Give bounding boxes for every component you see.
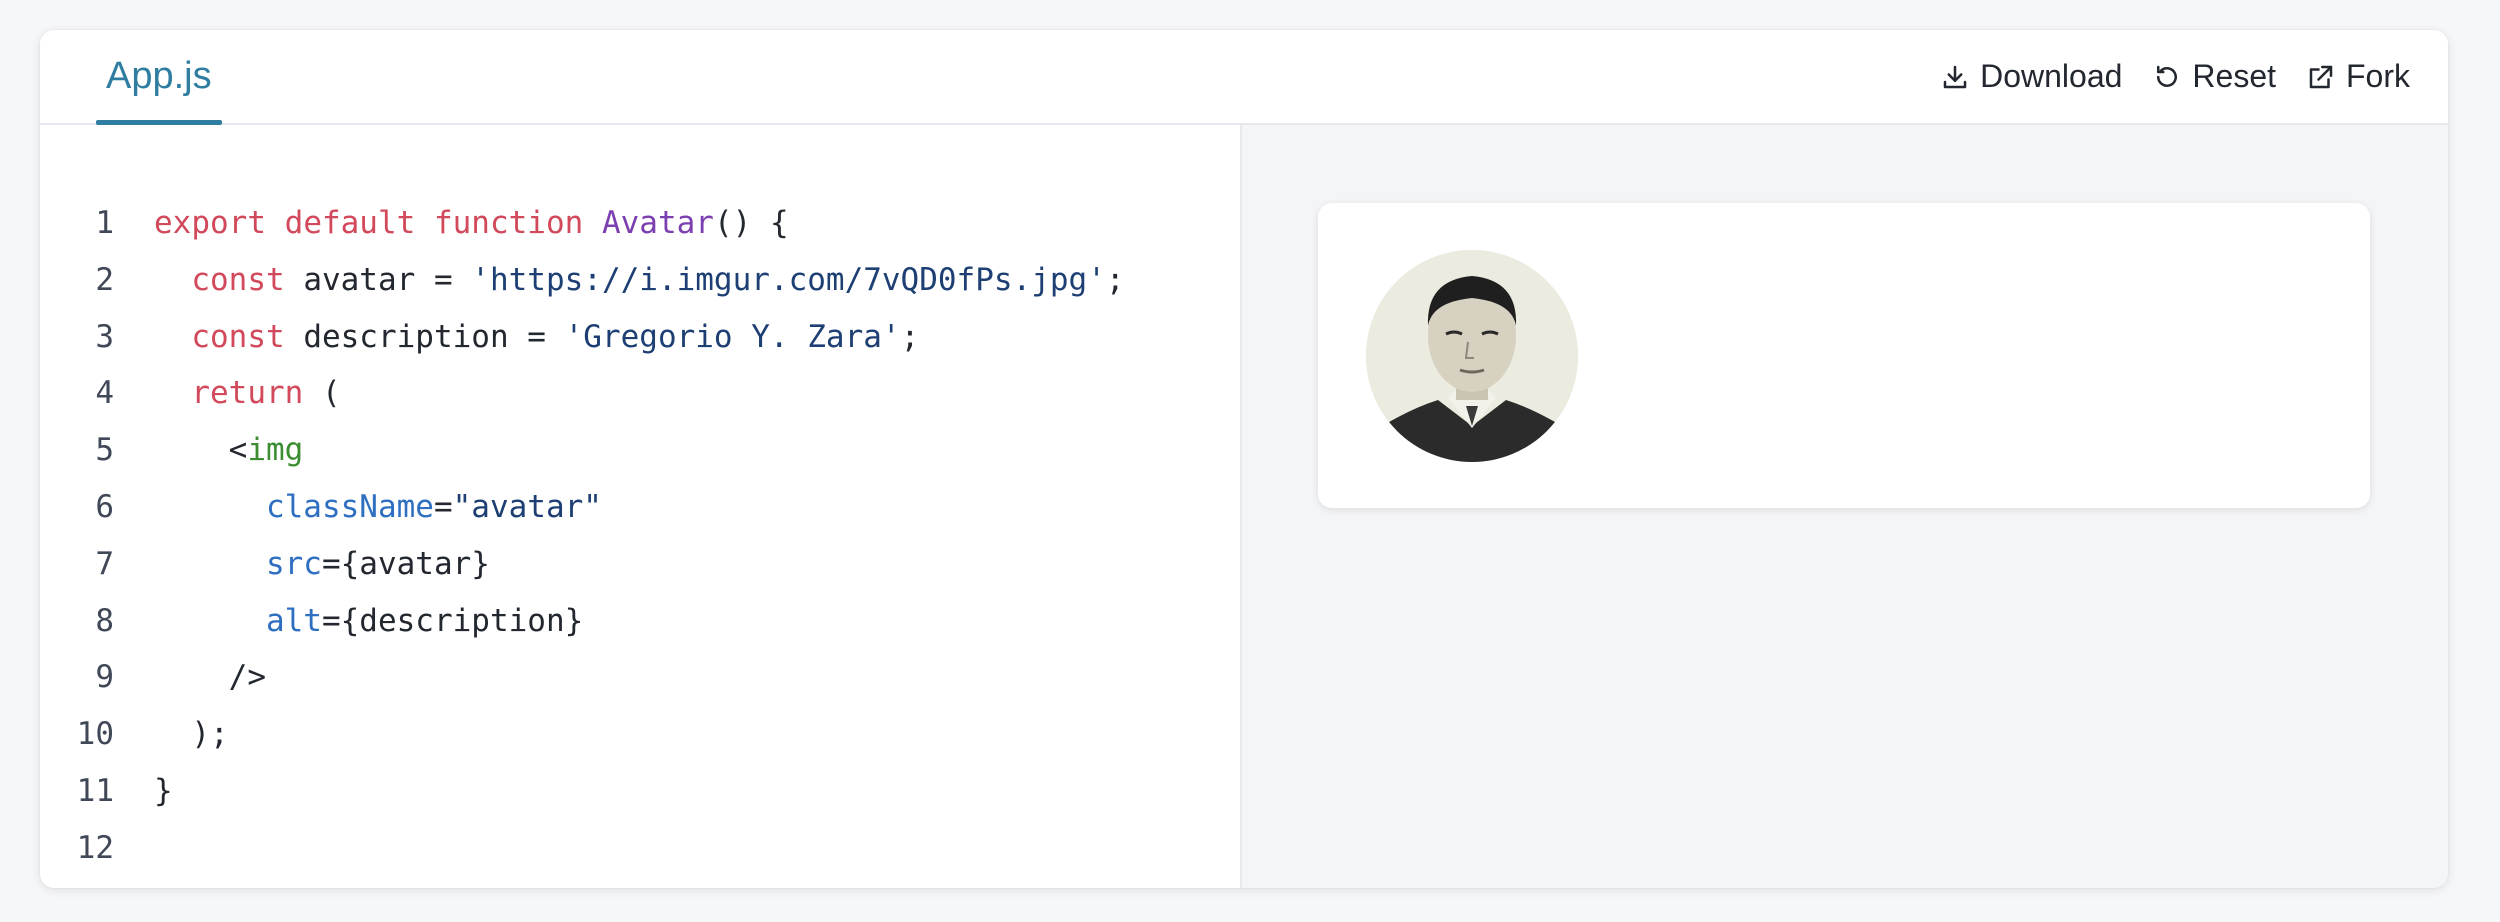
preview-pane bbox=[1242, 125, 2448, 888]
line-content: const description = 'Gregorio Y. Zara'; bbox=[114, 309, 919, 366]
indent-token bbox=[154, 546, 266, 582]
text-token: < bbox=[154, 432, 248, 469]
code-line: 8 alt={description} bbox=[40, 593, 1125, 650]
text-token: } bbox=[154, 772, 173, 809]
line-content: className="avatar" bbox=[114, 479, 602, 536]
download-label: Download bbox=[1980, 58, 2123, 94]
code-line: 7 src={avatar} bbox=[40, 536, 1125, 593]
line-number: 9 bbox=[95, 659, 114, 696]
indent-token bbox=[154, 375, 191, 411]
line-number: 8 bbox=[95, 602, 114, 639]
indent-token bbox=[154, 489, 266, 525]
toolbar-actions: Download Reset Fork bbox=[1940, 30, 2410, 123]
text-token: /> bbox=[154, 659, 266, 696]
line-content: } bbox=[114, 763, 173, 820]
line-number: 2 bbox=[95, 261, 114, 298]
code-line: 2 const avatar = 'https://i.imgur.com/7v… bbox=[40, 252, 1125, 309]
code-line: 3 const description = 'Gregorio Y. Zara'… bbox=[40, 309, 1125, 366]
line-number: 5 bbox=[95, 432, 114, 469]
code-editor[interactable]: 1 export default function Avatar() { 2 c… bbox=[40, 125, 1242, 888]
external-link-icon bbox=[2309, 65, 2333, 88]
text-token: ( bbox=[303, 375, 341, 412]
line-content: return ( bbox=[114, 365, 341, 422]
line-number: 7 bbox=[95, 545, 114, 582]
line-content: alt={description} bbox=[114, 593, 583, 650]
keyword-token: return bbox=[191, 375, 304, 412]
keyword-token: const bbox=[191, 318, 285, 355]
line-number: 4 bbox=[95, 375, 114, 412]
download-button[interactable]: Download bbox=[1940, 58, 2122, 95]
code-line: 6 className="avatar" bbox=[40, 479, 1125, 536]
keyword-token: function bbox=[433, 205, 584, 241]
text-token: () { bbox=[713, 205, 789, 241]
code-sandbox: App.js Download Reset Fork 1 export defa… bbox=[40, 30, 2448, 888]
indent-token bbox=[154, 603, 266, 639]
code-line: 9 /> bbox=[40, 649, 1125, 706]
text-token: ; bbox=[1105, 261, 1125, 298]
reset-icon bbox=[2157, 65, 2178, 87]
text-token: avatar = bbox=[284, 261, 472, 298]
download-icon bbox=[1943, 65, 1967, 88]
avatar-portrait-image bbox=[1366, 250, 1578, 462]
attribute-token: src bbox=[265, 545, 322, 582]
line-number: 3 bbox=[95, 318, 114, 355]
text-token: description = bbox=[284, 318, 565, 355]
code-line: 5 <img bbox=[40, 422, 1125, 479]
tab-app-js[interactable]: App.js bbox=[96, 30, 222, 125]
preview-card bbox=[1318, 203, 2370, 508]
indent-token bbox=[154, 262, 191, 298]
line-number: 12 bbox=[76, 829, 114, 866]
text-token: = bbox=[433, 488, 453, 525]
code-line: 10 ); bbox=[40, 706, 1125, 763]
line-content: ); bbox=[114, 706, 229, 763]
sandbox-toolbar: App.js Download Reset Fork bbox=[40, 30, 2448, 125]
fork-label: Fork bbox=[2346, 58, 2410, 94]
code-line: 4 return ( bbox=[40, 365, 1125, 422]
keyword-token: export bbox=[154, 205, 266, 241]
line-content: /> bbox=[114, 649, 266, 706]
string-token: 'Gregorio Y. Zara' bbox=[564, 318, 901, 355]
line-content: const avatar = 'https://i.imgur.com/7vQD… bbox=[114, 252, 1125, 309]
code-line: 11 } bbox=[40, 763, 1125, 820]
attribute-token: alt bbox=[265, 602, 322, 639]
line-content bbox=[114, 820, 154, 877]
string-token: "avatar" bbox=[452, 488, 602, 525]
fork-button[interactable]: Fork bbox=[2306, 58, 2410, 95]
line-number: 6 bbox=[95, 488, 114, 525]
line-content: <img bbox=[114, 422, 304, 479]
code-lines: 1 export default function Avatar() { 2 c… bbox=[40, 195, 1125, 877]
line-content: export default function Avatar() { bbox=[114, 195, 789, 252]
attribute-token: className bbox=[265, 488, 434, 525]
text-token: ); bbox=[154, 716, 229, 753]
avatar bbox=[1366, 250, 1578, 462]
keyword-token: const bbox=[191, 261, 285, 298]
reset-button[interactable]: Reset bbox=[2152, 58, 2276, 95]
indent-token bbox=[154, 319, 191, 355]
line-number: 10 bbox=[76, 716, 114, 753]
code-line: 12 bbox=[40, 820, 1125, 877]
string-token: 'https://i.imgur.com/7vQD0fPs.jpg' bbox=[471, 261, 1106, 298]
code-line: 1 export default function Avatar() { bbox=[40, 195, 1125, 252]
text-token: ; bbox=[900, 318, 920, 355]
reset-label: Reset bbox=[2192, 58, 2276, 94]
text-token: ={avatar} bbox=[321, 545, 490, 582]
text-token: ={description} bbox=[321, 602, 584, 639]
tab-label: App.js bbox=[106, 55, 212, 97]
line-content: src={avatar} bbox=[114, 536, 490, 593]
line-number: 1 bbox=[95, 205, 114, 241]
function-name-token: Avatar bbox=[601, 205, 714, 241]
line-number: 11 bbox=[76, 772, 114, 809]
keyword-token: default bbox=[284, 205, 416, 241]
jsx-tag-token: img bbox=[247, 432, 304, 469]
